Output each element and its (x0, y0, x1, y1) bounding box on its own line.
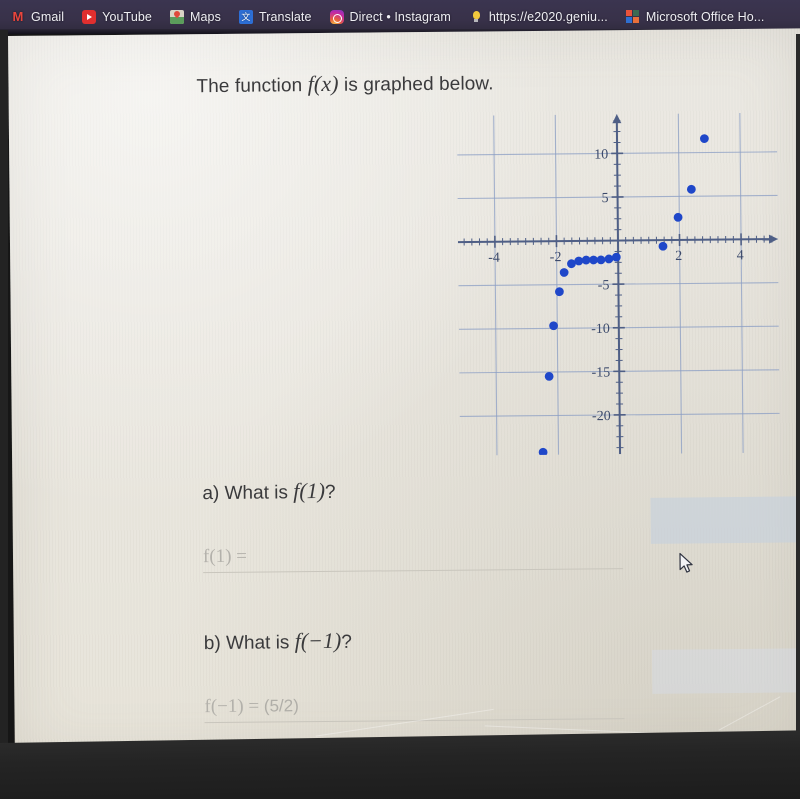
data-point (604, 254, 614, 264)
bookmark-e2020[interactable]: https://e2020.geniu... (460, 8, 617, 26)
data-point (559, 268, 569, 277)
question-b-suffix: ? (341, 631, 352, 653)
svg-text:-2: -2 (550, 250, 562, 265)
bookmark-label: YouTube (102, 10, 152, 24)
bookmark-label: Direct • Instagram (349, 10, 451, 24)
question-b-label: b) What is (203, 632, 295, 655)
svg-text:-5: -5 (598, 278, 610, 293)
data-point (538, 447, 548, 456)
svg-text:-10: -10 (591, 322, 610, 337)
svg-text:5: 5 (602, 191, 609, 206)
question-b: b) What is f(−1)? (204, 628, 352, 655)
bookmark-youtube[interactable]: YouTube (73, 8, 161, 26)
data-point (555, 287, 564, 297)
screen-scratch (718, 696, 781, 731)
data-point (673, 212, 683, 222)
question-a-expression: f(1) (293, 477, 326, 504)
data-point (686, 184, 696, 194)
data-point (544, 371, 554, 381)
answer-field-a[interactable]: f(1) = (202, 542, 624, 574)
page-title: The function f(x) is graphed below. (196, 69, 493, 98)
bookmark-translate[interactable]: Translate (230, 8, 321, 26)
data-point (596, 255, 606, 265)
youtube-icon (82, 10, 97, 24)
prompt-text-before: The function (196, 75, 308, 98)
highlight-panel-b[interactable] (651, 648, 800, 694)
worksheet-page: The function f(x) is graphed below. -4 -2… (8, 28, 800, 761)
bookmark-microsoft-office[interactable]: Microsoft Office Ho... (617, 8, 774, 26)
svg-text:-4: -4 (488, 251, 500, 266)
gmail-icon (11, 10, 25, 24)
instagram-icon (329, 10, 344, 24)
data-point (700, 134, 709, 144)
monitor-bezel-right (796, 34, 800, 799)
svg-text:-20: -20 (592, 409, 611, 424)
svg-text:10: 10 (594, 147, 608, 162)
highlight-panel-a[interactable] (650, 496, 800, 544)
translate-icon (238, 10, 253, 24)
bookmark-label: Microsoft Office Ho... (645, 10, 765, 24)
data-point (658, 241, 668, 251)
data-point (549, 321, 558, 331)
answer-b-prefix: f(−1) = (204, 695, 260, 718)
bookmark-label: Gmail (31, 10, 65, 24)
question-a-suffix: ? (324, 481, 336, 503)
bookmark-instagram[interactable]: Direct • Instagram (321, 8, 460, 26)
answer-b-value: (5/2) (263, 696, 299, 716)
svg-text:4: 4 (737, 248, 744, 263)
question-b-expression: f(−1) (294, 627, 342, 654)
data-point (611, 252, 621, 262)
maps-icon (169, 10, 184, 24)
microsoft-icon (625, 10, 640, 24)
bookmark-maps[interactable]: Maps (161, 8, 230, 26)
photographed-screen: Gmail YouTube Maps Translate Direct • In… (0, 0, 800, 799)
svg-text:-15: -15 (592, 365, 611, 380)
bookmark-label: Translate (258, 10, 312, 24)
function-graph: -4 -2 2 4 10 5 -5 -10 -15 -20 (457, 112, 780, 456)
mouse-cursor-icon (679, 552, 695, 574)
bulb-icon (469, 10, 483, 24)
question-a: a) What is f(1)? (202, 478, 335, 505)
svg-text:2: 2 (675, 249, 682, 264)
answer-a-prefix: f(1) = (202, 545, 248, 568)
prompt-text-after: is graphed below. (338, 73, 494, 96)
graph-svg: -4 -2 2 4 10 5 -5 -10 -15 -20 (457, 112, 780, 456)
bookmark-gmail[interactable]: Gmail (2, 8, 73, 26)
answer-field-b[interactable]: f(−1) = (5/2) (204, 692, 625, 724)
monitor-bezel-left (0, 30, 8, 799)
bookmark-label: Maps (189, 10, 221, 24)
question-a-label: a) What is (202, 482, 294, 505)
bookmark-label: https://e2020.geniu... (488, 10, 608, 24)
prompt-function-expression: f(x) (307, 70, 339, 97)
